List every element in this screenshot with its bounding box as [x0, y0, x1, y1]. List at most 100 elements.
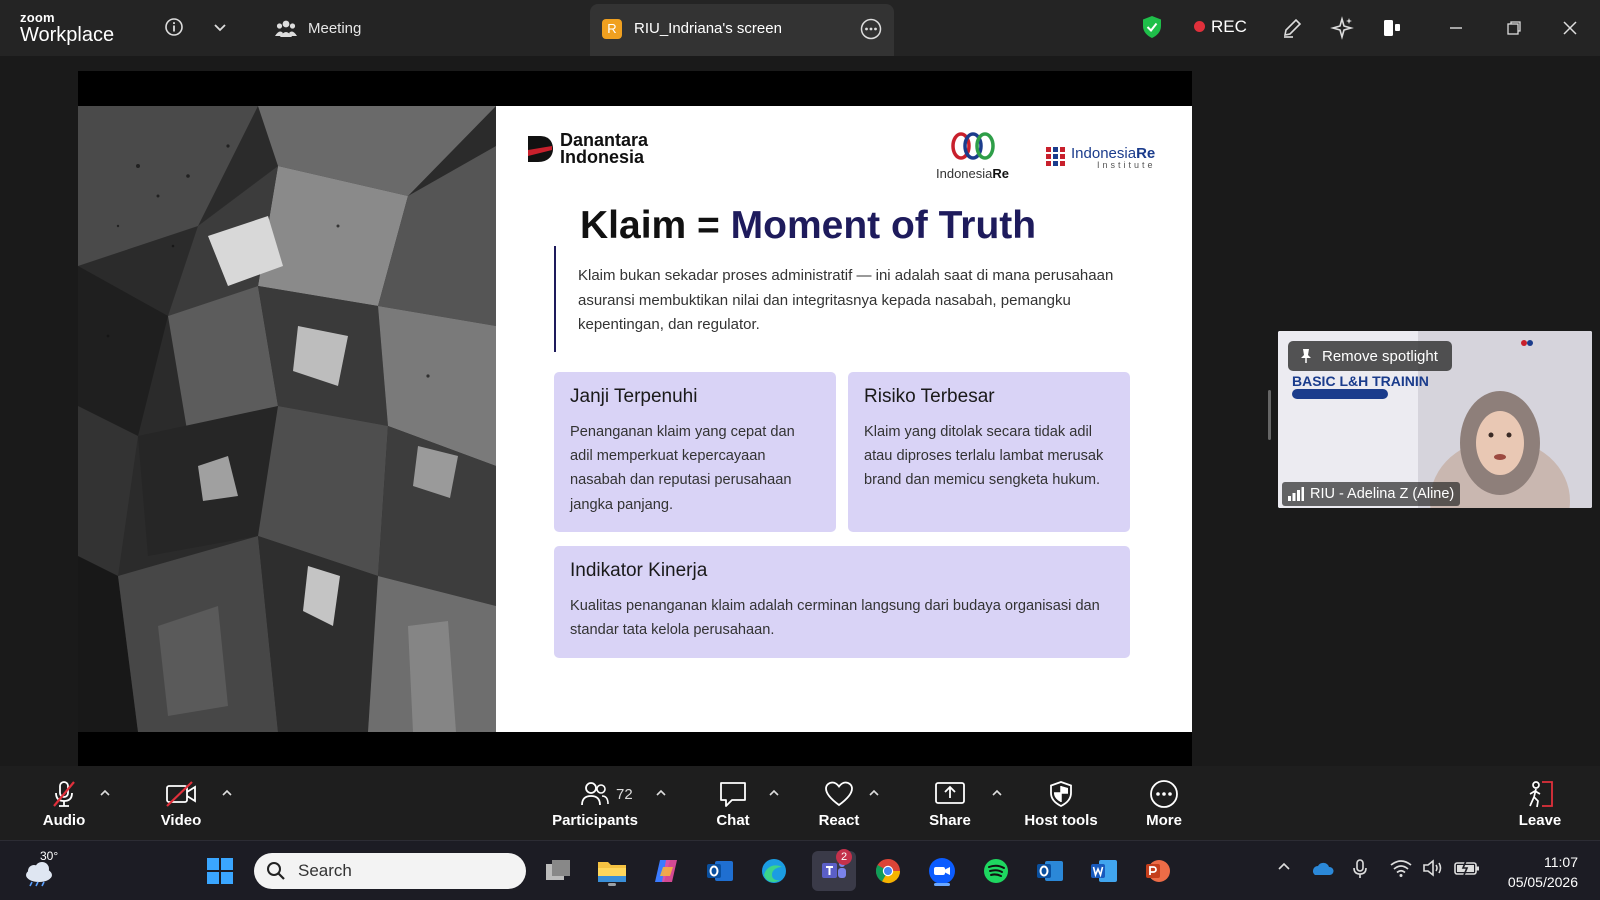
- battery-charging-icon[interactable]: [1454, 859, 1480, 882]
- intro-accent-bar: [554, 246, 556, 352]
- tray-overflow-chevron-icon[interactable]: [1276, 859, 1292, 880]
- edge-icon[interactable]: [756, 853, 792, 889]
- chevron-down-icon[interactable]: [208, 15, 232, 39]
- title-prefix: Klaim =: [580, 204, 731, 247]
- annotate-pen-icon[interactable]: [1278, 14, 1306, 42]
- security-shield-icon[interactable]: [1140, 15, 1164, 39]
- card-indikator-kinerja: Indikator Kinerja Kualitas penanganan kl…: [554, 546, 1130, 658]
- slide-content: Danantara Indonesia IndonesiaRe Indonesi…: [496, 106, 1192, 732]
- mic-muted-icon: [53, 781, 75, 807]
- weather-widget[interactable]: 30°: [22, 849, 58, 892]
- indonesiare-wordmark: IndonesiaRe: [936, 166, 1009, 181]
- indonesiare-word-1: Indonesia: [936, 166, 993, 181]
- remove-spotlight-label: Remove spotlight: [1322, 347, 1438, 365]
- task-view-icon[interactable]: [540, 853, 576, 889]
- more-options-icon[interactable]: [860, 18, 882, 45]
- video-off-icon: [166, 781, 196, 807]
- word-icon[interactable]: [1086, 853, 1122, 889]
- windows-start-icon[interactable]: [202, 853, 238, 889]
- participants-options-caret-icon[interactable]: [654, 786, 668, 800]
- title-accent: Moment of Truth: [730, 204, 1037, 247]
- info-icon[interactable]: [162, 15, 186, 39]
- slide-title: Klaim = Moment of Truth: [580, 204, 1036, 248]
- temperature: 30°: [40, 849, 59, 863]
- react-options-caret-icon[interactable]: [867, 786, 881, 800]
- slide-abstract-image: [78, 106, 496, 732]
- onedrive-icon[interactable]: [1310, 859, 1334, 882]
- panel-resize-handle[interactable]: [1268, 390, 1271, 440]
- taskbar-search-box[interactable]: Search: [254, 853, 526, 889]
- share-button[interactable]: Share: [900, 778, 1000, 829]
- host-tools-button[interactable]: Host tools: [1011, 778, 1111, 829]
- teams-notification-badge: 2: [836, 849, 852, 865]
- windows-taskbar: 30° Search 2 11:07 05/05/2026: [0, 840, 1600, 900]
- zoom-workplace-logo: zoom Workplace: [20, 11, 114, 45]
- video-button[interactable]: Video: [131, 778, 231, 829]
- microphone-tray-icon[interactable]: [1352, 859, 1368, 884]
- more-button[interactable]: More: [1114, 778, 1214, 829]
- danantara-logo: Danantara Indonesia: [526, 131, 648, 167]
- audio-options-caret-icon[interactable]: [98, 786, 112, 800]
- remove-spotlight-button[interactable]: Remove spotlight: [1288, 341, 1452, 371]
- close-icon[interactable]: [1556, 14, 1584, 42]
- active-indicator: [934, 883, 950, 886]
- participants-label: Participants: [552, 812, 638, 829]
- powerpoint-icon[interactable]: [1140, 853, 1176, 889]
- video-label: Video: [160, 812, 202, 829]
- shared-screen-tab[interactable]: R RIU_Indriana's screen: [590, 4, 894, 56]
- card-body: Klaim yang ditolak secara tidak adil ata…: [864, 424, 1104, 489]
- search-icon: [267, 862, 285, 880]
- video-slide-heading: BASIC L&H TRAININ: [1292, 373, 1429, 389]
- slide-intro-text: Klaim bukan sekadar proses administratif…: [578, 267, 1114, 333]
- participant-name-tag: RIU - Adelina Z (Aline): [1282, 482, 1461, 506]
- share-options-caret-icon[interactable]: [990, 786, 1004, 800]
- running-indicator: [608, 883, 616, 886]
- zoom-app-icon[interactable]: [924, 853, 960, 889]
- view-layout-icon[interactable]: [1378, 14, 1406, 42]
- clock-date: 05/05/2026: [1507, 874, 1578, 890]
- institute-dots-icon: [1046, 147, 1065, 166]
- volume-icon[interactable]: [1422, 859, 1444, 882]
- card-body: Kualitas penanganan klaim adalah cermina…: [570, 598, 1100, 639]
- chat-options-caret-icon[interactable]: [767, 786, 781, 800]
- card-title: Risiko Terbesar: [864, 386, 995, 407]
- outlook-icon[interactable]: [702, 853, 738, 889]
- search-placeholder: Search: [298, 861, 352, 880]
- chrome-icon[interactable]: [870, 853, 906, 889]
- title-bar: zoom Workplace Meeting R RIU_Indriana's …: [0, 0, 1600, 56]
- meeting-tab-label[interactable]: Meeting: [308, 20, 361, 37]
- leave-label: Leave: [1518, 812, 1562, 829]
- file-explorer-icon[interactable]: [594, 853, 630, 889]
- brand-small: zoom: [20, 10, 55, 25]
- video-options-caret-icon[interactable]: [220, 786, 234, 800]
- recording-dot-icon: [1194, 21, 1205, 32]
- clock-time: 11:07: [1544, 854, 1578, 870]
- meeting-people-icon: [274, 16, 298, 40]
- leave-door-icon: [1529, 781, 1553, 808]
- share-tab-label: RIU_Indriana's screen: [634, 20, 782, 37]
- indonesiare-logo: IndonesiaRe: [936, 132, 1009, 181]
- share-label: Share: [929, 812, 971, 829]
- spotify-icon[interactable]: [978, 853, 1014, 889]
- participant-video-tile[interactable]: Remove spotlight BASIC L&H TRAININ RIU -…: [1278, 331, 1592, 508]
- restore-icon[interactable]: [1500, 14, 1528, 42]
- minimize-icon[interactable]: [1442, 14, 1470, 42]
- ai-companion-icon[interactable]: [1328, 14, 1356, 42]
- outlook-new-icon[interactable]: [1032, 853, 1068, 889]
- participants-icon: [581, 782, 609, 806]
- taskbar-clock[interactable]: 11:07 05/05/2026: [1492, 852, 1578, 892]
- copilot-icon[interactable]: [648, 853, 684, 889]
- meeting-stage: Danantara Indonesia IndonesiaRe Indonesi…: [0, 56, 1600, 766]
- indonesiare-rings-icon: [950, 132, 995, 160]
- chat-icon: [720, 782, 746, 807]
- institute-word-3: Institute: [1097, 160, 1156, 170]
- wifi-icon[interactable]: [1390, 859, 1412, 882]
- recording-label[interactable]: REC: [1211, 17, 1247, 37]
- pin-icon: [1301, 349, 1311, 363]
- participants-count: 72: [616, 786, 633, 803]
- danantara-line-2: Indonesia: [560, 147, 645, 167]
- meeting-controls: Audio Video Participants 72 Chat React S…: [0, 766, 1600, 840]
- leave-button[interactable]: Leave: [1490, 778, 1590, 829]
- indonesiare-institute-logo: IndonesiaRe Institute: [1046, 146, 1156, 170]
- chat-label: Chat: [716, 812, 750, 829]
